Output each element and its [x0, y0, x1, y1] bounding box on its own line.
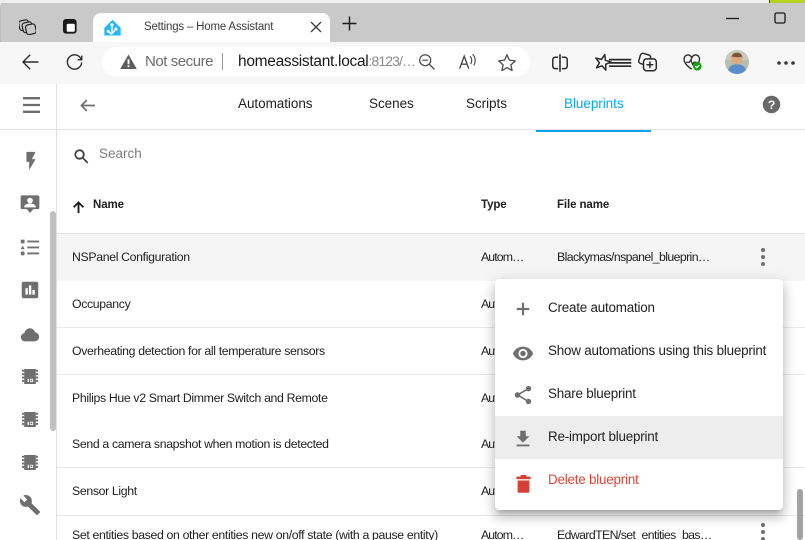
svg-text:?: ? [768, 98, 775, 112]
